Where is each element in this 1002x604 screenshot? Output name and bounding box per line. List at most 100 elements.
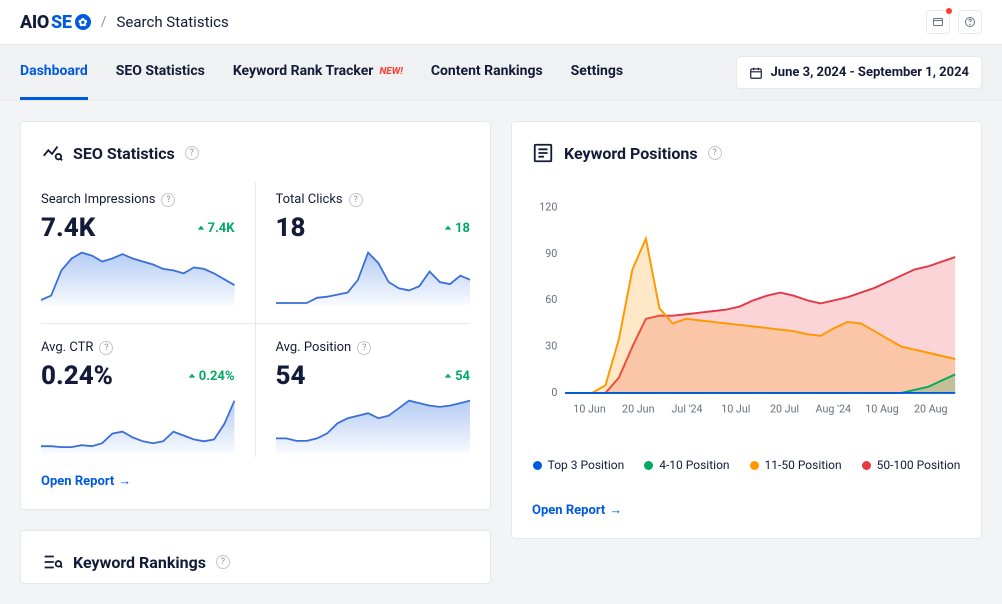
stat-main-row: 0.24% 0.24% xyxy=(41,361,235,391)
left-column: SEO Statistics ? Search Impressions ? 7.… xyxy=(20,121,491,584)
help-tooltip-icon[interactable]: ? xyxy=(349,193,363,207)
help-tooltip-icon[interactable]: ? xyxy=(357,341,371,355)
tabs: Dashboard SEO Statistics Keyword Rank Trac… xyxy=(20,45,623,100)
statistics-icon xyxy=(41,142,63,164)
stat-value: 0.24% xyxy=(41,361,113,391)
tab-dashboard[interactable]: Dashboard xyxy=(20,45,88,100)
content: SEO Statistics ? Search Impressions ? 7.… xyxy=(0,101,1002,604)
stat-change: 54 xyxy=(444,369,470,384)
svg-text:Jul '24: Jul '24 xyxy=(672,402,703,415)
logo-text-aio: AIO xyxy=(20,12,49,33)
card-title: Keyword Positions xyxy=(564,144,698,163)
legend-dot xyxy=(533,461,542,470)
legend-label: Top 3 Position xyxy=(548,458,625,472)
up-arrow-icon xyxy=(197,224,205,232)
stat-cell: Search Impressions ? 7.4K 7.4K xyxy=(41,182,256,324)
stats-grid: Search Impressions ? 7.4K 7.4K Total Cli… xyxy=(41,182,470,457)
stat-value: 54 xyxy=(276,361,306,391)
new-badge: NEW! xyxy=(379,66,402,77)
stat-label-row: Search Impressions ? xyxy=(41,192,235,207)
stat-label: Avg. CTR xyxy=(41,340,93,355)
positions-icon xyxy=(532,142,554,164)
svg-text:Aug '24: Aug '24 xyxy=(816,402,851,415)
svg-text:20 Aug: 20 Aug xyxy=(914,402,948,415)
up-arrow-icon xyxy=(444,372,452,380)
tab-label: Dashboard xyxy=(20,63,88,79)
date-range-picker[interactable]: June 3, 2024 - September 1, 2024 xyxy=(736,56,982,89)
legend-item: 11-50 Position xyxy=(750,458,842,472)
stat-change: 0.24% xyxy=(188,369,235,384)
logo-text-seo: SE xyxy=(51,12,72,33)
stat-label: Avg. Position xyxy=(276,340,352,355)
right-column: Keyword Positions ? 030609012010 Jun20 J… xyxy=(511,121,982,584)
keyword-positions-chart: 030609012010 Jun20 JunJul '2410 Jul20 Ju… xyxy=(532,182,961,442)
legend-dot xyxy=(750,461,759,470)
tabbar: Dashboard SEO Statistics Keyword Rank Trac… xyxy=(0,45,1002,101)
notifications-icon[interactable] xyxy=(926,10,950,34)
tab-seo-statistics[interactable]: SEO Statistics xyxy=(116,45,205,100)
open-report-text: Open Report xyxy=(532,503,605,518)
calendar-icon xyxy=(749,66,763,80)
date-range-text: June 3, 2024 - September 1, 2024 xyxy=(771,65,969,80)
stat-change: 18 xyxy=(444,221,470,236)
stat-value: 7.4K xyxy=(41,213,95,243)
help-tooltip-icon[interactable]: ? xyxy=(161,193,175,207)
svg-text:30: 30 xyxy=(545,340,557,353)
help-icon[interactable] xyxy=(958,10,982,34)
help-tooltip-icon[interactable]: ? xyxy=(99,341,113,355)
tab-settings[interactable]: Settings xyxy=(571,45,623,100)
stat-label-row: Avg. Position ? xyxy=(276,340,471,355)
svg-text:10 Aug: 10 Aug xyxy=(865,402,899,415)
tab-label: Content Rankings xyxy=(431,63,543,79)
stat-label-row: Avg. CTR ? xyxy=(41,340,235,355)
open-report-text: Open Report xyxy=(41,474,114,489)
sparkline xyxy=(276,249,471,305)
stat-cell: Avg. CTR ? 0.24% 0.24% xyxy=(41,324,256,457)
legend-label: 11-50 Position xyxy=(765,458,842,472)
help-tooltip-icon[interactable]: ? xyxy=(708,146,722,160)
arrow-right-icon: → xyxy=(609,502,622,518)
legend-item: 4-10 Position xyxy=(644,458,729,472)
tab-keyword-rank-tracker[interactable]: Keyword Rank Tracker NEW! xyxy=(233,45,403,100)
legend-dot xyxy=(644,461,653,470)
card-header: SEO Statistics ? xyxy=(41,142,470,164)
help-tooltip-icon[interactable]: ? xyxy=(216,555,230,569)
legend-label: 4-10 Position xyxy=(659,458,729,472)
keyword-rankings-card: Keyword Rankings ? xyxy=(20,530,491,584)
seo-statistics-card: SEO Statistics ? Search Impressions ? 7.… xyxy=(20,121,491,510)
card-header: Keyword Positions ? xyxy=(532,142,961,164)
stat-cell: Avg. Position ? 54 54 xyxy=(256,324,471,457)
tab-label: Keyword Rank Tracker xyxy=(233,63,374,79)
svg-text:10 Jun: 10 Jun xyxy=(573,402,606,415)
svg-text:120: 120 xyxy=(539,201,557,214)
open-report-link[interactable]: Open Report → xyxy=(532,502,961,518)
stat-main-row: 54 54 xyxy=(276,361,471,391)
logo[interactable]: AIOSE✿ xyxy=(20,12,91,33)
stat-cell: Total Clicks ? 18 18 xyxy=(256,182,471,324)
topbar-right xyxy=(926,10,982,34)
legend-item: Top 3 Position xyxy=(533,458,625,472)
sparkline xyxy=(276,397,471,453)
help-tooltip-icon[interactable]: ? xyxy=(185,146,199,160)
sparkline xyxy=(41,397,235,453)
svg-text:0: 0 xyxy=(551,386,557,399)
stat-change: 7.4K xyxy=(197,221,235,236)
topbar-left: AIOSE✿ / Search Statistics xyxy=(20,12,229,33)
tab-content-rankings[interactable]: Content Rankings xyxy=(431,45,543,100)
legend-item: 50-100 Position xyxy=(862,458,961,472)
stat-label: Total Clicks xyxy=(276,192,343,207)
open-report-link[interactable]: Open Report → xyxy=(41,473,470,489)
topbar: AIOSE✿ / Search Statistics xyxy=(0,0,1002,45)
card-title: SEO Statistics xyxy=(73,144,175,163)
stat-value: 18 xyxy=(276,213,306,243)
stat-label-row: Total Clicks ? xyxy=(276,192,471,207)
notification-dot xyxy=(946,8,952,14)
card-title: Keyword Rankings xyxy=(73,553,206,572)
stat-main-row: 18 18 xyxy=(276,213,471,243)
breadcrumb-separator: / xyxy=(101,14,107,30)
sparkline xyxy=(41,249,235,305)
svg-text:10 Jul: 10 Jul xyxy=(721,402,750,415)
rankings-icon xyxy=(41,551,63,573)
breadcrumb: Search Statistics xyxy=(117,13,229,31)
stat-main-row: 7.4K 7.4K xyxy=(41,213,235,243)
